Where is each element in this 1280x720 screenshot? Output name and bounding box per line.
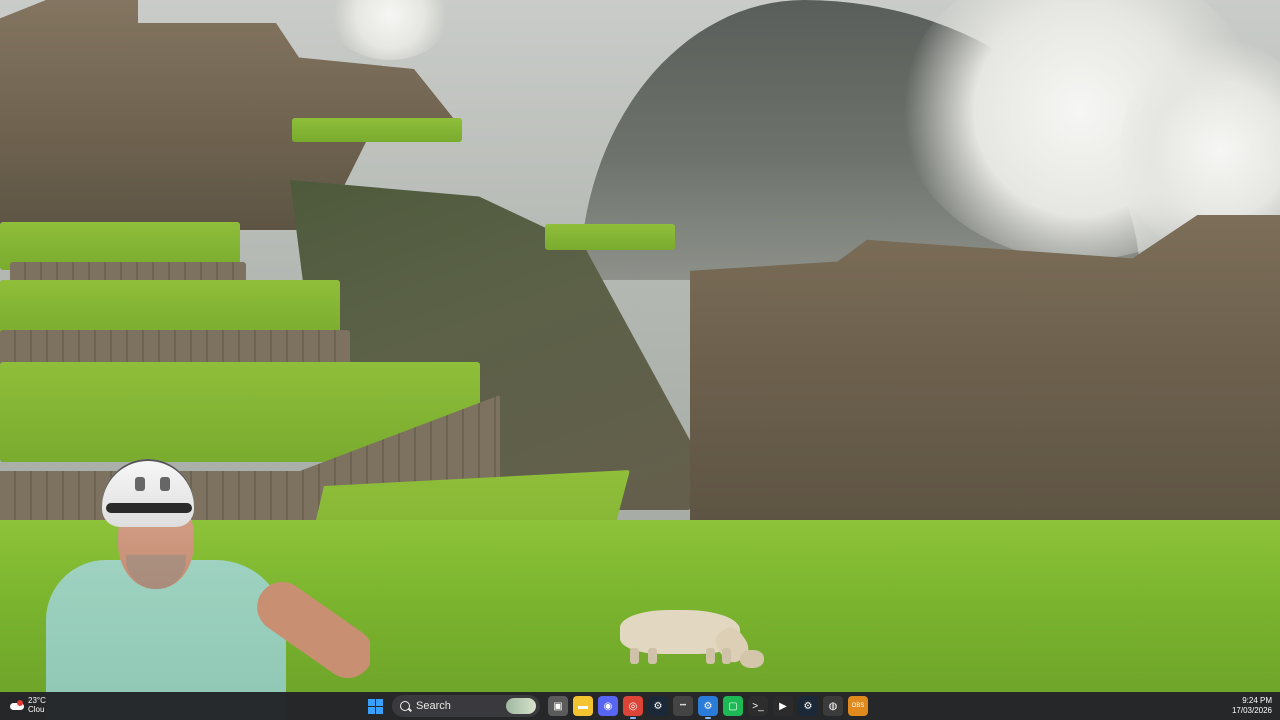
llama-leg bbox=[648, 648, 657, 664]
vr-headset-vent bbox=[135, 477, 145, 491]
vr-headset-band bbox=[106, 503, 192, 513]
clock-date: 17/03/2026 bbox=[1231, 706, 1272, 715]
chrome-icon[interactable]: ◎ bbox=[623, 696, 643, 719]
search-label: Search bbox=[416, 700, 451, 712]
weather-cloud-icon bbox=[10, 700, 24, 710]
file-explorer-icon[interactable]: ▬ bbox=[573, 696, 593, 716]
chat-icon[interactable]: ••• bbox=[673, 696, 693, 716]
oculus-icon[interactable]: ◍ bbox=[823, 696, 843, 716]
weather-temperature: 23°C bbox=[28, 696, 46, 705]
search-highlight-thumbnail bbox=[506, 698, 536, 714]
vr-headset bbox=[102, 459, 194, 527]
llama-leg bbox=[722, 648, 731, 664]
gear-app-icon[interactable]: ⚙ bbox=[698, 696, 718, 719]
clock-time: 9:24 PM bbox=[1242, 696, 1272, 705]
llama-head bbox=[740, 650, 764, 668]
steam-icon[interactable]: ⚙ bbox=[648, 696, 668, 716]
taskbar: 23°C Clou Search ▣ ▬ ◉ ◎ ⚙ ••• ⚙ ▢ >_ ▶ ⚙ ◍ OBS 9:24… bbox=[0, 692, 1280, 720]
task-view-icon[interactable]: ▣ bbox=[548, 696, 568, 716]
terrace-grass bbox=[292, 118, 462, 142]
discord-icon[interactable]: ◉ bbox=[598, 696, 618, 716]
system-clock[interactable]: 9:24 PM 17/03/2026 bbox=[1232, 696, 1272, 716]
terrace-grass bbox=[545, 224, 675, 250]
vr-headset-vent bbox=[160, 477, 170, 491]
terminal-icon[interactable]: >_ bbox=[748, 696, 768, 716]
search-box[interactable]: Search bbox=[392, 695, 540, 717]
search-icon bbox=[400, 701, 410, 711]
weather-condition: Clou bbox=[28, 705, 45, 714]
weather-widget[interactable]: 23°C Clou bbox=[10, 696, 46, 714]
steam-vr-icon[interactable]: ⚙ bbox=[798, 696, 818, 716]
obs-icon[interactable]: OBS bbox=[848, 696, 868, 716]
xbox-icon[interactable]: ▢ bbox=[723, 696, 743, 716]
llama-leg bbox=[706, 648, 715, 664]
play-icon[interactable]: ▶ bbox=[773, 696, 793, 716]
webcam-overlay bbox=[40, 455, 370, 720]
llama-leg bbox=[630, 648, 639, 664]
pinned-apps: ▣ ▬ ◉ ◎ ⚙ ••• ⚙ ▢ >_ ▶ ⚙ ◍ OBS bbox=[548, 696, 868, 719]
windows-start-icon[interactable] bbox=[368, 699, 384, 714]
